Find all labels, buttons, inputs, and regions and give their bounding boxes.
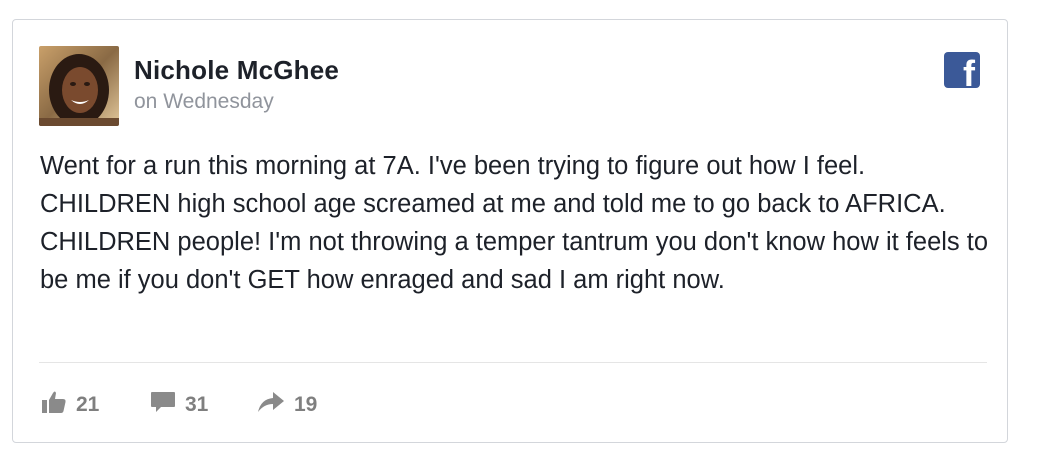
post-timestamp[interactable]: on Wednesday bbox=[134, 90, 274, 114]
facebook-logo-letter: f bbox=[963, 53, 975, 94]
like-count: 21 bbox=[76, 393, 100, 416]
author-avatar[interactable] bbox=[39, 46, 119, 126]
share-count-button[interactable]: 19 bbox=[257, 391, 317, 419]
thumbs-up-icon bbox=[41, 390, 67, 420]
avatar-photo bbox=[39, 46, 119, 126]
share-arrow-icon bbox=[257, 391, 285, 419]
like-count-button[interactable]: 21 bbox=[41, 391, 99, 419]
comment-bubble-icon bbox=[150, 390, 176, 420]
facebook-icon[interactable]: f bbox=[944, 52, 980, 92]
post-body-text: Went for a run this morning at 7A. I've … bbox=[40, 152, 989, 294]
divider bbox=[39, 362, 987, 363]
share-count: 19 bbox=[294, 393, 318, 416]
comment-count: 31 bbox=[185, 393, 209, 416]
embedded-post-card: Nichole McGhee on Wednesday f Went for a… bbox=[12, 19, 1008, 443]
comment-count-button[interactable]: 31 bbox=[150, 391, 208, 419]
author-name[interactable]: Nichole McGhee bbox=[134, 55, 339, 86]
